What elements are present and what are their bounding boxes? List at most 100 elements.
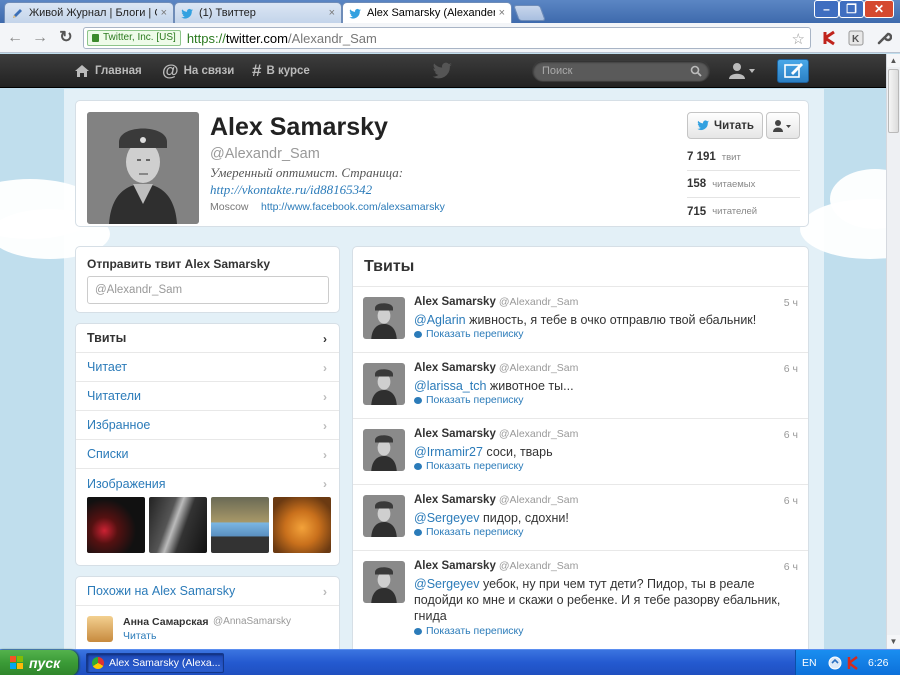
avatar[interactable]	[363, 429, 405, 471]
maximize-button[interactable]: ❐	[839, 0, 864, 18]
tweet-author-name[interactable]: Alex Samarsky	[414, 362, 496, 374]
show-conversation-link[interactable]: Показать переписку	[414, 526, 524, 538]
tab-close-icon[interactable]: ×	[499, 7, 505, 19]
sidebar-item-followers[interactable]: Читатели ›	[76, 382, 339, 411]
lock-icon	[92, 34, 99, 42]
scroll-up-button[interactable]: ▲	[887, 54, 900, 67]
tab-close-icon[interactable]: ×	[329, 7, 335, 19]
tweet-mention[interactable]: @Sergeyev	[414, 511, 480, 525]
minimize-button[interactable]: –	[814, 0, 839, 18]
extension-k-icon[interactable]: K	[848, 30, 864, 46]
search-input[interactable]: Поиск	[532, 60, 710, 82]
similar-follow-link[interactable]: Читать	[123, 630, 156, 642]
similar-user-name[interactable]: Анна Самарская	[123, 616, 209, 628]
ev-certificate-badge[interactable]: Twitter, Inc. [US]	[87, 30, 181, 46]
avatar[interactable]	[87, 112, 199, 224]
kaspersky-tray-icon[interactable]	[846, 656, 860, 670]
sidebar-item-lists[interactable]: Списки ›	[76, 440, 339, 469]
show-conversation-link[interactable]: Показать переписку	[414, 625, 524, 637]
tweet-author[interactable]: Alex Samarsky @Alexandr_Sam	[414, 428, 578, 440]
tweet-author[interactable]: Alex Samarsky @Alexandr_Sam	[414, 560, 578, 572]
avatar[interactable]	[87, 616, 113, 642]
tweet[interactable]: Alex Samarsky @Alexandr_Sam 6 ч @larissa_tc…	[353, 353, 808, 419]
tweet[interactable]: Alex Samarsky @Alexandr_Sam 6 ч @Irmamir27 …	[353, 419, 808, 485]
tweet-to-input[interactable]: @Alexandr_Sam	[87, 276, 329, 304]
show-conversation-link[interactable]: Показать переписку	[414, 328, 524, 340]
avatar[interactable]	[363, 561, 405, 603]
follow-button[interactable]: Читать	[687, 112, 763, 139]
tweet-time[interactable]: 6 ч	[784, 495, 798, 507]
scroll-down-button[interactable]: ▼	[887, 635, 900, 648]
tweet-author-name[interactable]: Alex Samarsky	[414, 428, 496, 440]
nav-home[interactable]: Главная	[74, 54, 142, 88]
tweet[interactable]: Alex Samarsky @Alexandr_Sam 6 ч @Sergeyev п…	[353, 485, 808, 551]
tweet-mention[interactable]: @larissa_tch	[414, 379, 486, 393]
stat-label: читателей	[712, 206, 758, 217]
tweet-mention[interactable]: @Irmamir27	[414, 445, 483, 459]
vertical-scrollbar[interactable]: ▲ ▼	[886, 54, 900, 649]
twitter-bird-icon[interactable]	[431, 62, 453, 80]
profile-location: Moscow	[210, 201, 249, 213]
sidebar-item-tweets[interactable]: Твиты ›	[76, 324, 339, 353]
start-label: пуск	[29, 655, 61, 671]
sidebar-item-following[interactable]: Читает ›	[76, 353, 339, 382]
stat-tweets[interactable]: 7 191 твит	[687, 144, 800, 171]
tweet-author[interactable]: Alex Samarsky @Alexandr_Sam	[414, 296, 578, 308]
nav-connect[interactable]: @ На связи	[162, 54, 234, 88]
stat-following[interactable]: 158 читаемых	[687, 171, 800, 198]
network-icon[interactable]	[828, 656, 842, 670]
compose-tweet-button[interactable]	[777, 59, 809, 83]
scroll-thumb[interactable]	[888, 69, 899, 133]
tweet-time[interactable]: 6 ч	[784, 561, 798, 573]
new-tab-button[interactable]	[513, 5, 546, 21]
avatar[interactable]	[363, 495, 405, 537]
search-icon[interactable]	[690, 65, 702, 77]
show-conversation-link[interactable]: Показать переписку	[414, 460, 524, 472]
tweet-mention[interactable]: @Sergeyev	[414, 577, 480, 591]
tweet-time[interactable]: 5 ч	[784, 297, 798, 309]
back-button[interactable]: ←	[5, 28, 25, 48]
tab-close-icon[interactable]: ×	[161, 7, 167, 19]
tab-livejournal[interactable]: Живой Журнал | Блоги | Соо ×	[4, 2, 174, 23]
stat-followers[interactable]: 715 читателей	[687, 198, 800, 225]
tweet[interactable]: Alex Samarsky @Alexandr_Sam 6 ч @Sergeyev у…	[353, 551, 808, 649]
profile-website-link[interactable]: http://www.facebook.com/alexsamarsky	[261, 201, 445, 213]
sidebar-item-favorites[interactable]: Избранное ›	[76, 411, 339, 440]
tweet-author-name[interactable]: Alex Samarsky	[414, 494, 496, 506]
start-button[interactable]: пуск	[0, 650, 78, 675]
tweet-mention[interactable]: @Aglarin	[414, 313, 466, 327]
tweet-author-name[interactable]: Alex Samarsky	[414, 296, 496, 308]
tweet-time[interactable]: 6 ч	[784, 429, 798, 441]
forward-button[interactable]: →	[30, 28, 50, 48]
nav-discover[interactable]: # В курсе	[252, 54, 310, 88]
avatar[interactable]	[363, 363, 405, 405]
taskbar-item-chrome[interactable]: Alex Samarsky (Alexa...	[86, 653, 224, 673]
image-thumbnail[interactable]	[273, 497, 331, 553]
tweet-author[interactable]: Alex Samarsky @Alexandr_Sam	[414, 362, 578, 374]
reload-button[interactable]: ↻	[56, 28, 76, 48]
image-thumbnail[interactable]	[87, 497, 145, 553]
image-thumbnail[interactable]	[149, 497, 207, 553]
tab-profile-active[interactable]: Alex Samarsky (Alexander_Sam ×	[342, 2, 512, 23]
tab-twitter-home[interactable]: (1) Твиттер ×	[174, 2, 342, 23]
url-text[interactable]: https://twitter.com/Alexandr_Sam	[187, 31, 377, 46]
tweet-author-name[interactable]: Alex Samarsky	[414, 560, 496, 572]
address-bar[interactable]: Twitter, Inc. [US] https://twitter.com/A…	[83, 27, 811, 49]
user-actions-button[interactable]	[766, 112, 800, 139]
similar-heading[interactable]: Похожи на Alex Samarsky ›	[76, 577, 339, 606]
user-menu-icon[interactable]	[728, 62, 758, 80]
profile-bio-link[interactable]: http://vkontakte.ru/id88165342	[210, 182, 372, 198]
kaspersky-icon[interactable]	[822, 30, 838, 46]
tweet-time[interactable]: 6 ч	[784, 363, 798, 375]
wrench-icon[interactable]	[876, 30, 892, 46]
language-indicator[interactable]: EN	[802, 657, 817, 669]
avatar[interactable]	[363, 297, 405, 339]
tweet-author[interactable]: Alex Samarsky @Alexandr_Sam	[414, 494, 578, 506]
show-conversation-link[interactable]: Показать переписку	[414, 394, 524, 406]
star-icon[interactable]: ☆	[792, 30, 805, 48]
tweet[interactable]: Alex Samarsky @Alexandr_Sam 5 ч @Aglarin жи…	[353, 287, 808, 353]
image-thumbnail[interactable]	[211, 497, 269, 553]
close-window-button[interactable]: ✕	[864, 0, 894, 18]
sidebar-item-images[interactable]: Изображения ›	[76, 469, 339, 498]
similar-user-handle: @AnnaSamarsky	[213, 616, 291, 627]
